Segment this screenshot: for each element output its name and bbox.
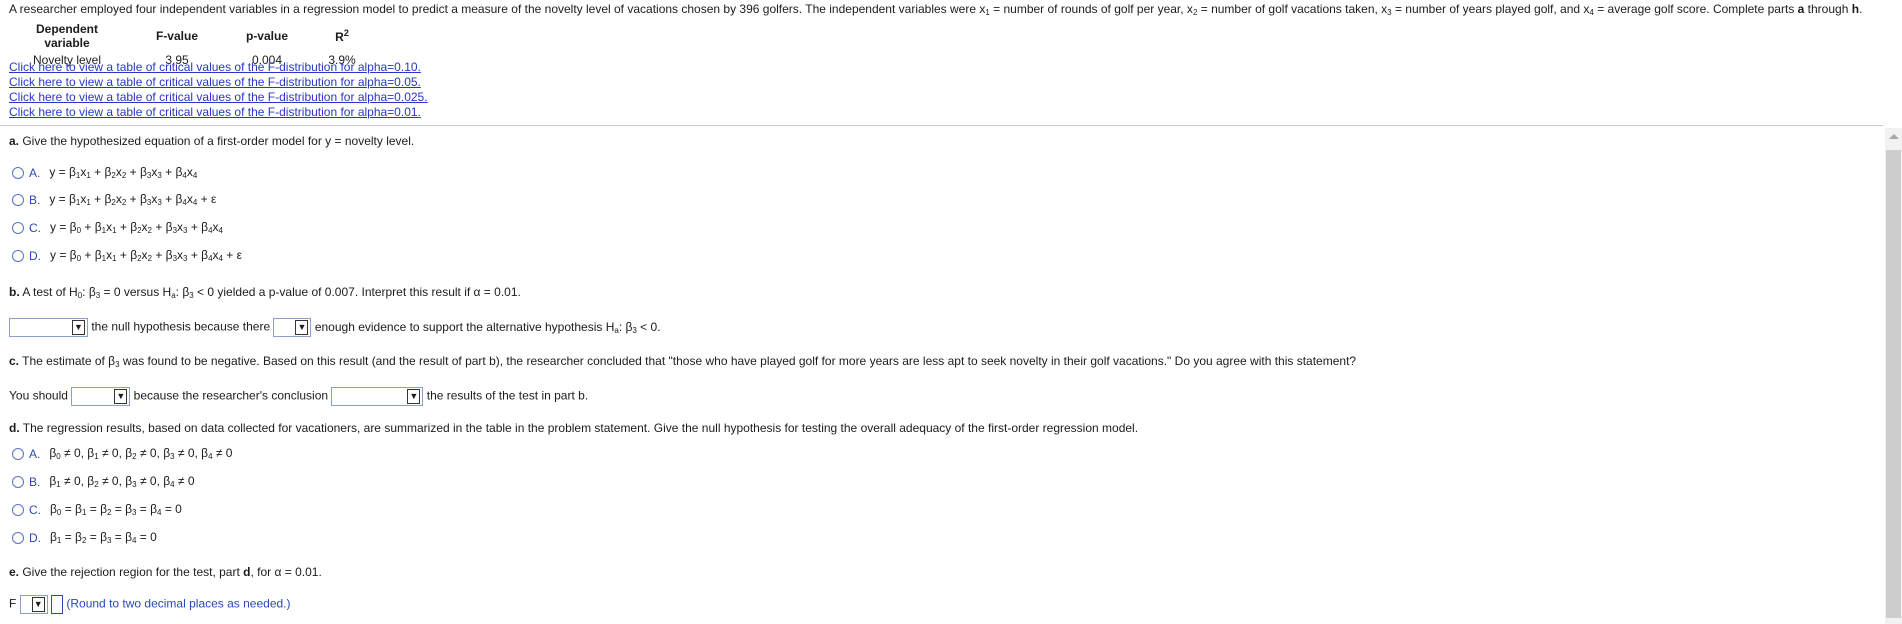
- radio-button[interactable]: [12, 166, 24, 179]
- part-d-option-a[interactable]: A. β0 ≠ 0, β1 ≠ 0, β2 ≠ 0, β3 ≠ 0, β4 ≠ …: [12, 446, 232, 461]
- option-equation: y = β0 + β1x1 + β2x2 + β3x3 + β4x4 + ε: [50, 248, 242, 263]
- part-a-option-d[interactable]: D. y = β0 + β1x1 + β2x2 + β3x3 + β4x4 + …: [12, 248, 242, 263]
- scrollbar-thumb[interactable]: [1886, 150, 1901, 618]
- chevron-down-icon: ▼: [295, 320, 309, 335]
- chevron-down-icon: ▼: [407, 389, 421, 404]
- f-table-link-alpha-005[interactable]: Click here to view a table of critical v…: [9, 75, 428, 90]
- part-b-answer: ▼ the null hypothesis because there ▼ en…: [9, 318, 661, 337]
- part-e-question: e. Give the rejection region for the tes…: [9, 565, 322, 579]
- option-hypothesis: β1 = β2 = β3 = β4 = 0: [50, 530, 157, 545]
- part-a-option-c[interactable]: C. y = β0 + β1x1 + β2x2 + β3x3 + β4x4: [12, 220, 223, 235]
- rejection-value-input[interactable]: [51, 595, 64, 614]
- radio-button[interactable]: [12, 503, 24, 516]
- option-equation: y = β1x1 + β2x2 + β3x3 + β4x4 + ε: [49, 192, 217, 207]
- part-b-question: b. A test of H0: β3 = 0 versus Ha: β3 < …: [9, 285, 521, 300]
- option-equation: y = β0 + β1x1 + β2x2 + β3x3 + β4x4: [50, 220, 223, 235]
- table-header-row: Dependent variable F-value p-value R2: [12, 22, 382, 50]
- radio-button[interactable]: [12, 221, 24, 234]
- chevron-down-icon: ▼: [72, 320, 85, 335]
- part-d-option-d[interactable]: D. β1 = β2 = β3 = β4 = 0: [12, 530, 157, 545]
- part-c-answer: You should ▼ because the researcher's co…: [9, 387, 588, 406]
- conclusion-dropdown[interactable]: ▼: [331, 387, 424, 406]
- radio-button[interactable]: [12, 249, 24, 262]
- radio-button[interactable]: [12, 447, 24, 460]
- radio-button[interactable]: [12, 531, 24, 544]
- vertical-scrollbar[interactable]: [1885, 128, 1902, 624]
- radio-button[interactable]: [12, 193, 24, 206]
- option-equation: y = β1x1 + β2x2 + β3x3 + β4x4: [49, 165, 198, 180]
- option-hypothesis: β0 = β1 = β2 = β3 = β4 = 0: [50, 502, 182, 517]
- f-table-links: Click here to view a table of critical v…: [9, 60, 428, 120]
- option-hypothesis: β0 ≠ 0, β1 ≠ 0, β2 ≠ 0, β3 ≠ 0, β4 ≠ 0: [49, 446, 233, 461]
- f-table-link-alpha-0025[interactable]: Click here to view a table of critical v…: [9, 90, 428, 105]
- part-e-answer: F ▼ (Round to two decimal places as need…: [9, 595, 291, 614]
- scroll-up-icon[interactable]: [1889, 134, 1899, 139]
- radio-button[interactable]: [12, 475, 24, 488]
- part-c-question: c. The estimate of β3 was found to be ne…: [9, 354, 1357, 369]
- chevron-down-icon: ▼: [31, 597, 45, 612]
- part-a-option-a[interactable]: A. y = β1x1 + β2x2 + β3x3 + β4x4: [12, 165, 197, 180]
- inequality-dropdown[interactable]: ▼: [19, 595, 48, 614]
- f-table-link-alpha-001[interactable]: Click here to view a table of critical v…: [9, 105, 428, 120]
- should-dropdown[interactable]: ▼: [71, 387, 131, 406]
- f-table-link-alpha-010[interactable]: Click here to view a table of critical v…: [9, 60, 428, 75]
- part-a-option-b[interactable]: B. y = β1x1 + β2x2 + β3x3 + β4x4 + ε: [12, 192, 216, 207]
- header-r-squared: R2: [335, 28, 349, 44]
- evidence-dropdown[interactable]: ▼: [273, 318, 312, 337]
- header-dependent-variable: Dependent variable: [35, 22, 98, 50]
- part-d-option-c[interactable]: C. β0 = β1 = β2 = β3 = β4 = 0: [12, 502, 182, 517]
- reject-decision-dropdown[interactable]: ▼: [9, 318, 88, 337]
- header-f-value: F-value: [155, 29, 198, 43]
- option-hypothesis: β1 ≠ 0, β2 ≠ 0, β3 ≠ 0, β4 ≠ 0: [49, 474, 195, 489]
- divider: [0, 125, 1883, 126]
- problem-statement: A researcher employed four independent v…: [9, 2, 1863, 17]
- chevron-down-icon: ▼: [114, 389, 128, 404]
- part-d-question: d. The regression results, based on data…: [9, 421, 1139, 435]
- header-p-value: p-value: [245, 29, 288, 43]
- part-a-question: a. Give the hypothesized equation of a f…: [9, 134, 415, 148]
- part-d-option-b[interactable]: B. β1 ≠ 0, β2 ≠ 0, β3 ≠ 0, β4 ≠ 0: [12, 474, 195, 489]
